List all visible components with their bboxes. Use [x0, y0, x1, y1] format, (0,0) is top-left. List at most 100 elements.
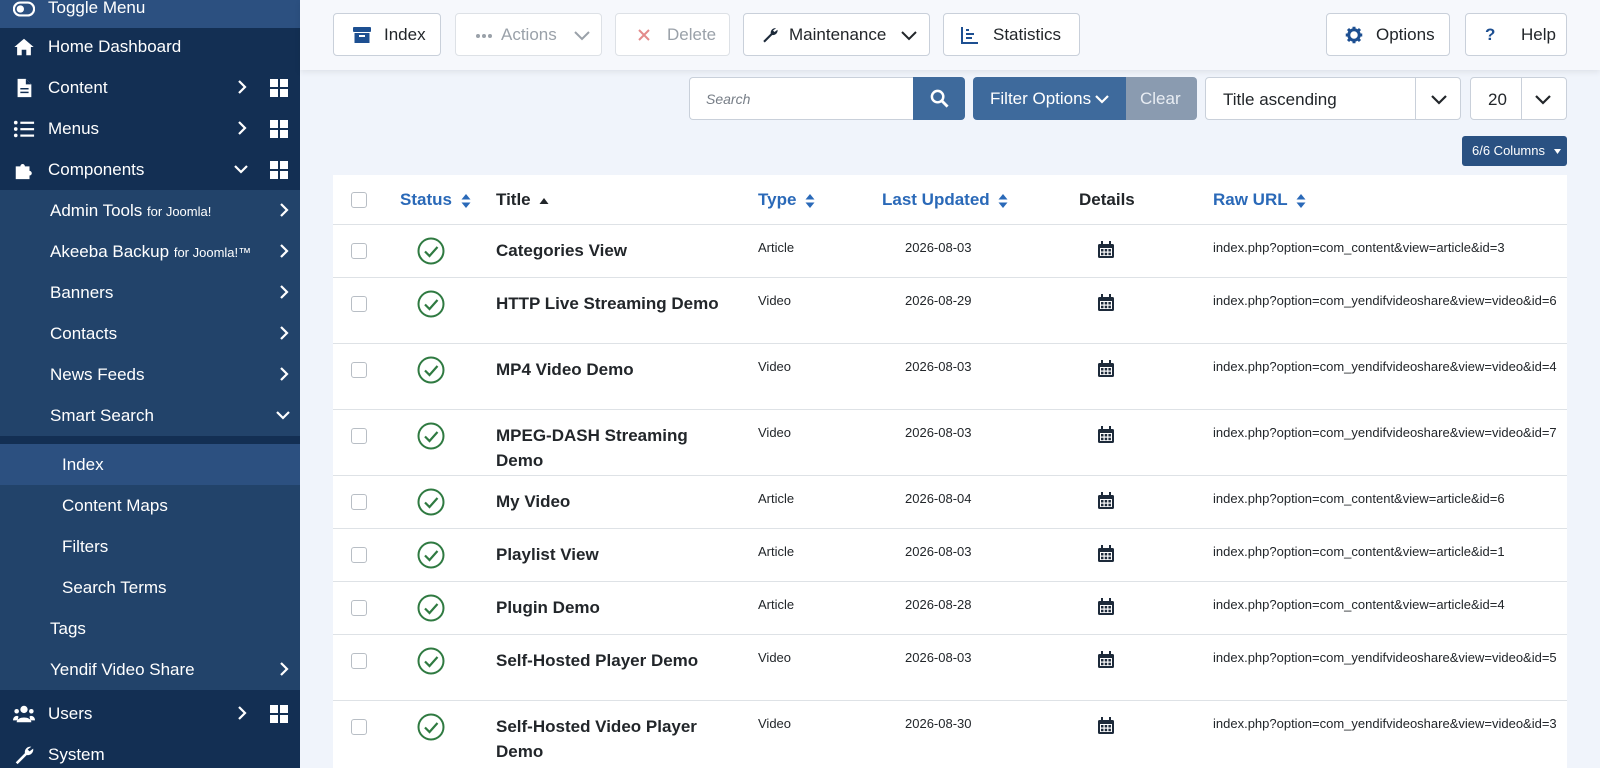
gear-icon — [1345, 26, 1363, 44]
sidebar-item-tags[interactable]: Tags — [0, 608, 300, 649]
published-check-icon[interactable] — [417, 356, 445, 384]
dashboard-grid-icon[interactable] — [270, 705, 288, 723]
calendar-icon[interactable] — [1097, 426, 1115, 444]
index-button-label: Index — [384, 24, 426, 44]
search-button[interactable] — [913, 77, 965, 120]
table-row: Playlist View Article 2026-08-03 index.p… — [333, 528, 1567, 581]
published-check-icon[interactable] — [417, 290, 445, 318]
sidebar-item-filters[interactable]: Filters — [0, 526, 300, 567]
row-checkbox[interactable] — [351, 653, 367, 669]
sidebar-item-search-terms[interactable]: Search Terms — [0, 567, 300, 608]
calendar-icon[interactable] — [1097, 545, 1115, 563]
dashboard-grid-icon[interactable] — [270, 120, 288, 138]
chevron-down-icon — [234, 165, 248, 174]
row-checkbox[interactable] — [351, 600, 367, 616]
sidebar-item-banners[interactable]: Banners — [0, 272, 300, 313]
calendar-icon[interactable] — [1097, 294, 1115, 312]
search-icon — [930, 89, 949, 108]
ellipsis-icon — [476, 34, 492, 38]
row-last-updated: 2026-08-04 — [905, 491, 972, 506]
wrench-icon — [763, 28, 778, 43]
column-header-raw-url[interactable]: Raw URL — [1213, 190, 1306, 210]
calendar-icon[interactable] — [1097, 241, 1115, 259]
filter-options-label: Filter Options — [990, 89, 1092, 108]
sort-select[interactable]: Title ascending — [1205, 77, 1461, 120]
sidebar-item-akeeba-backup[interactable]: Akeeba Backup for Joomla!™ — [0, 231, 300, 272]
sidebar-item-label: Home Dashboard — [48, 36, 182, 56]
published-check-icon[interactable] — [417, 488, 445, 516]
calendar-icon[interactable] — [1097, 598, 1115, 616]
sidebar-item-label: Search Terms — [62, 577, 167, 597]
table-row: MPEG-DASH Streaming Demo Video 2026-08-0… — [333, 409, 1567, 475]
row-checkbox[interactable] — [351, 428, 367, 444]
calendar-icon[interactable] — [1097, 717, 1115, 735]
wrench-icon — [15, 746, 34, 765]
chevron-right-icon — [280, 285, 289, 299]
sidebar-item-admin-tools[interactable]: Admin Tools for Joomla! — [0, 190, 300, 231]
published-check-icon[interactable] — [417, 713, 445, 741]
column-header-label: Status — [400, 190, 452, 209]
chevron-down-icon — [574, 31, 590, 41]
row-checkbox[interactable] — [351, 719, 367, 735]
sidebar-item-news-feeds[interactable]: News Feeds — [0, 354, 300, 395]
row-checkbox[interactable] — [351, 296, 367, 312]
published-check-icon[interactable] — [417, 541, 445, 569]
sort-icon — [1296, 193, 1306, 208]
sidebar-item-components[interactable]: Components — [0, 149, 300, 190]
sidebar-item-home-dashboard[interactable]: Home Dashboard — [0, 26, 300, 67]
statistics-button[interactable]: Statistics — [943, 13, 1080, 56]
columns-toggle-button[interactable]: 6/6 Columns — [1462, 136, 1567, 166]
published-check-icon[interactable] — [417, 237, 445, 265]
index-table: Status Title Type Last Updated Details R… — [333, 175, 1567, 768]
options-button[interactable]: Options — [1326, 13, 1450, 56]
sidebar-item-content-maps[interactable]: Content Maps — [0, 485, 300, 526]
calendar-icon[interactable] — [1097, 651, 1115, 669]
dashboard-grid-icon[interactable] — [270, 161, 288, 179]
sidebar-item-users[interactable]: Users — [0, 693, 300, 734]
toggle-menu-label: Toggle Menu — [48, 0, 146, 17]
sidebar-item-system[interactable]: System — [0, 734, 300, 768]
maintenance-button[interactable]: Maintenance — [743, 13, 930, 56]
index-button[interactable]: Index — [333, 13, 441, 56]
row-title: Self-Hosted Video Player Demo — [496, 717, 697, 761]
bar-chart-icon — [961, 27, 978, 44]
select-divider — [1521, 78, 1522, 119]
sidebar-item-content[interactable]: Content — [0, 67, 300, 108]
published-check-icon[interactable] — [417, 647, 445, 675]
sidebar-item-contacts[interactable]: Contacts — [0, 313, 300, 354]
table-row: Self-Hosted Video Player Demo Video 2026… — [333, 700, 1567, 768]
table-row: HTTP Live Streaming Demo Video 2026-08-2… — [333, 277, 1567, 343]
clear-button[interactable]: Clear — [1126, 77, 1197, 120]
dashboard-grid-icon[interactable] — [270, 79, 288, 97]
calendar-icon[interactable] — [1097, 492, 1115, 510]
select-all-checkbox[interactable] — [351, 192, 367, 208]
column-header-status[interactable]: Status — [400, 190, 471, 210]
filter-options-button[interactable]: Filter Options — [973, 77, 1126, 120]
sidebar-item-index[interactable]: Index — [0, 444, 300, 485]
sidebar-item-smart-search[interactable]: Smart Search — [0, 395, 300, 436]
sidebar-item-yendif-video-share[interactable]: Yendif Video Share — [0, 649, 300, 690]
help-button[interactable]: ? Help — [1465, 13, 1567, 56]
list-limit-select[interactable]: 20 — [1470, 77, 1567, 120]
row-checkbox[interactable] — [351, 547, 367, 563]
sidebar-item-menus[interactable]: Menus — [0, 108, 300, 149]
published-check-icon[interactable] — [417, 594, 445, 622]
column-header-label: Raw URL — [1213, 190, 1288, 209]
delete-button[interactable]: Delete — [615, 13, 730, 56]
sort-icon — [805, 193, 815, 208]
calendar-icon[interactable] — [1097, 360, 1115, 378]
toggle-menu-button[interactable]: Toggle Menu — [0, 0, 300, 28]
row-checkbox[interactable] — [351, 243, 367, 259]
row-checkbox[interactable] — [351, 494, 367, 510]
row-type: Video — [758, 425, 792, 440]
column-header-title[interactable]: Title — [496, 190, 549, 210]
column-header-last-updated[interactable]: Last Updated — [882, 190, 1008, 210]
column-header-type[interactable]: Type — [758, 190, 815, 210]
row-checkbox[interactable] — [351, 362, 367, 378]
search-input[interactable] — [689, 77, 914, 120]
columns-toggle-label: 6/6 Columns — [1472, 143, 1545, 158]
published-check-icon[interactable] — [417, 422, 445, 450]
row-type: Article — [758, 544, 795, 559]
actions-button[interactable]: Actions — [455, 13, 602, 56]
sort-icon — [998, 193, 1008, 208]
